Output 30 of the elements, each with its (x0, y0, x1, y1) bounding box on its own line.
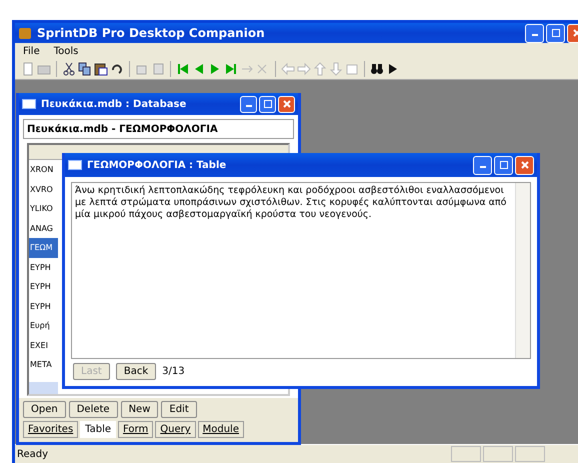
database-header: Πευκάκια.mdb - ΓΕΩΜΟΡΦΟΛΟΓΙΑ (23, 119, 294, 139)
object-tab[interactable]: Query (155, 421, 196, 438)
table-list-item[interactable]: XVRO (29, 180, 58, 199)
navigation-button[interactable]: Back (116, 363, 156, 380)
table-list-item[interactable]: ΓΕΩΜ (29, 238, 58, 258)
action-button[interactable]: Open (23, 401, 66, 418)
window-title: ΓΕΩΜΟΡΦΟΛΟΓΙΑ : Table (87, 160, 228, 170)
table-list-item[interactable]: ANAG (29, 218, 58, 238)
menu-item[interactable]: File (23, 46, 40, 56)
action-button[interactable]: New (120, 401, 158, 418)
table-list-item[interactable]: EXEI (29, 336, 58, 355)
object-tab[interactable]: Module (198, 421, 244, 438)
menu-item[interactable]: Tools (54, 46, 78, 56)
window-title: SprintDB Pro Desktop Companion (37, 26, 266, 40)
object-tab[interactable]: Table (80, 421, 116, 438)
table-list-item[interactable]: YLIKO (29, 199, 58, 218)
action-button[interactable]: Delete (68, 401, 118, 418)
table-list-item[interactable]: XRON (29, 160, 58, 180)
object-tab[interactable]: Form (118, 421, 154, 438)
object-tab[interactable]: Favorites (23, 421, 78, 438)
table-list-item[interactable]: ΕΥΡΗ (29, 258, 58, 277)
record-position: 3/13 (162, 366, 185, 377)
action-button[interactable]: Edit (161, 401, 197, 418)
table-list-item[interactable]: ΕΥΡΗ (29, 296, 58, 316)
table-list-item[interactable]: ΕΥΡΗ (29, 277, 58, 296)
table-list-item[interactable]: META (29, 355, 58, 374)
table-list-item[interactable]: Ευρή (29, 316, 58, 336)
memo-text: Άνω κρητιδική λεπτοπλακώδης τεφρόλευκη και ροδόχροοι ασβεστόλιθοι εναλλασσόμενοι με λεπτά στρώματα υποπράσινων σχιστόλιθων. Στις κορυφές καλύπτονται ασύμφωνα από μία μικρού πάχους ασβεστομαργαϊκή κρούστα του νεογενούς. (74, 184, 508, 222)
window-title: Πευκάκια.mdb : Database (41, 98, 188, 110)
status-text: Ready (17, 448, 50, 460)
